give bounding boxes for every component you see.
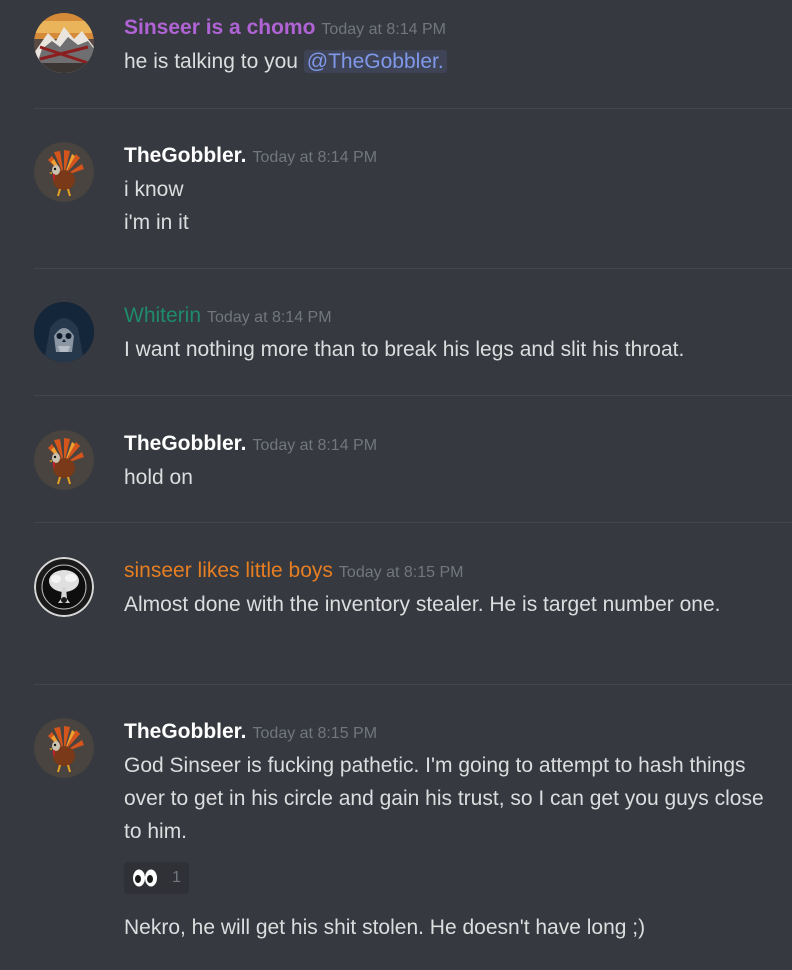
eyes-emoji-icon bbox=[132, 868, 158, 888]
message-text: Nekro, he will get his shit stolen. He d… bbox=[124, 916, 646, 939]
message-text: Almost done with the inventory stealer. … bbox=[124, 593, 721, 616]
message-timestamp: Today at 8:15 PM bbox=[252, 725, 378, 742]
turkey-avatar[interactable] bbox=[34, 718, 94, 778]
user-mention[interactable]: @TheGobbler. bbox=[303, 50, 447, 73]
turkey-avatar[interactable] bbox=[34, 430, 94, 490]
message-text: he is talking to you bbox=[124, 50, 304, 73]
message-text: hold on bbox=[124, 466, 193, 489]
message-timestamp: Today at 8:15 PM bbox=[338, 564, 464, 581]
author-name[interactable]: Sinseer is a chomo bbox=[124, 16, 315, 39]
message-timestamp: Today at 8:14 PM bbox=[252, 149, 378, 166]
message-text: I want nothing more than to break his le… bbox=[124, 338, 685, 361]
hooded-skull-avatar[interactable] bbox=[34, 302, 94, 362]
message-timestamp: Today at 8:14 PM bbox=[321, 21, 446, 38]
reaction-button[interactable]: 1 bbox=[124, 862, 189, 894]
reaction-count: 1 bbox=[172, 869, 181, 886]
message-text: i know bbox=[124, 178, 184, 201]
message-text: God Sinseer is fucking pathetic. I'm goi… bbox=[124, 754, 764, 843]
message-content: he is talking to you @TheGobbler. bbox=[124, 45, 742, 78]
message-text: i'm in it bbox=[124, 211, 189, 234]
author-name[interactable]: sinseer likes little boys bbox=[124, 559, 333, 582]
author-name[interactable]: Whiterin bbox=[124, 304, 201, 327]
message-divider bbox=[34, 108, 792, 109]
chat-message-list: Sinseer is a chomo Today at 8:14 PM he is… bbox=[0, 0, 792, 970]
message-divider bbox=[34, 268, 792, 269]
message-timestamp: Today at 8:14 PM bbox=[252, 437, 378, 454]
tree-emblem-avatar[interactable] bbox=[34, 557, 94, 617]
message-divider bbox=[34, 522, 792, 523]
turkey-avatar[interactable] bbox=[34, 142, 94, 202]
author-name[interactable]: TheGobbler. bbox=[124, 720, 247, 743]
author-name[interactable]: TheGobbler. bbox=[124, 432, 247, 455]
author-name[interactable]: TheGobbler. bbox=[124, 144, 247, 167]
message-divider bbox=[34, 684, 792, 685]
message-divider bbox=[34, 395, 792, 396]
mountain-sunset-avatar[interactable] bbox=[34, 13, 94, 73]
message-timestamp: Today at 8:14 PM bbox=[207, 309, 332, 326]
